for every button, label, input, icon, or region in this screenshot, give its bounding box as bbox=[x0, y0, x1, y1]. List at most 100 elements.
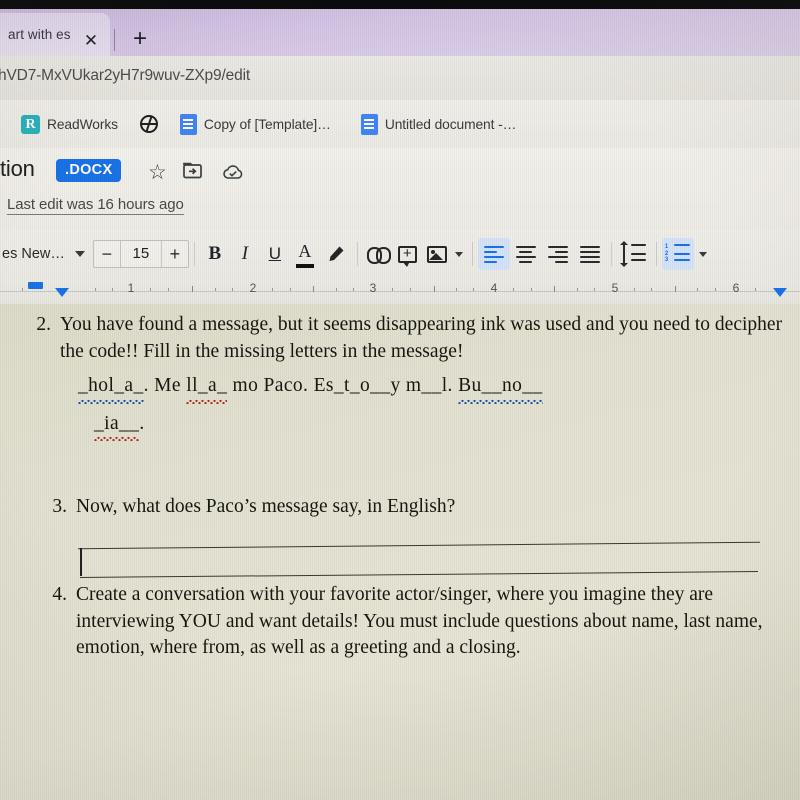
star-icon[interactable]: ☆ bbox=[148, 162, 167, 183]
comment-glyph bbox=[398, 245, 418, 267]
screen-photo: art with es ✕ + hVD7-MxVUkar2yH7r9wuv-ZX… bbox=[0, 0, 800, 800]
move-to-folder-icon[interactable] bbox=[183, 162, 202, 183]
align-justify-button[interactable] bbox=[574, 238, 606, 270]
ruler-tick bbox=[232, 288, 233, 291]
ruler-tick bbox=[313, 286, 314, 292]
bold-button[interactable]: B bbox=[200, 238, 230, 270]
browser-tab-strip: art with es ✕ + bbox=[0, 8, 800, 56]
blank-text: . Me bbox=[143, 375, 187, 397]
toolbar-divider bbox=[655, 242, 657, 266]
google-docs-icon bbox=[179, 113, 197, 135]
align-left-button[interactable] bbox=[477, 238, 510, 270]
close-icon[interactable]: ✕ bbox=[82, 32, 100, 50]
ruler-tick bbox=[353, 288, 354, 291]
ruler-tick bbox=[697, 288, 698, 291]
bookmark-globe[interactable] bbox=[133, 109, 165, 139]
insert-image-icon[interactable] bbox=[423, 238, 451, 270]
right-indent-marker[interactable] bbox=[773, 288, 787, 297]
plus-icon[interactable]: + bbox=[128, 27, 152, 52]
blank-hola[interactable]: _hol_a_ bbox=[78, 373, 144, 403]
question-text: Create a conversation with your favorite… bbox=[76, 584, 763, 659]
answer-line bbox=[78, 541, 760, 550]
ruler-tick bbox=[112, 288, 113, 291]
address-bar[interactable]: hVD7-MxVUkar2yH7r9wuv-ZXp9/edit bbox=[0, 56, 800, 100]
toolbar-divider bbox=[356, 242, 358, 266]
question-item[interactable]: 4. Create a conversation with your favor… bbox=[46, 582, 766, 662]
answer-blank-lines[interactable] bbox=[78, 532, 760, 579]
question-item[interactable]: 3. Now, what does Paco’s message say, in… bbox=[46, 494, 776, 521]
question-text: Now, what does Paco’s message say, in En… bbox=[76, 496, 456, 517]
blank-llama[interactable]: ll_a_ bbox=[186, 373, 228, 403]
blank-text: . bbox=[139, 412, 145, 434]
question-number: 3. bbox=[52, 496, 67, 517]
ruler-tick bbox=[410, 288, 411, 291]
first-line-indent-marker[interactable] bbox=[28, 282, 43, 289]
ruler-tick bbox=[577, 288, 578, 291]
question-number: 2. bbox=[36, 314, 51, 335]
bookmark-copy-of-template[interactable]: Copy of [Template]… bbox=[173, 109, 338, 139]
formatting-toolbar: es New… − 15 + B I U A + 1 2 3 bbox=[0, 230, 800, 278]
chevron-down-icon bbox=[454, 251, 463, 257]
link-icon[interactable] bbox=[363, 238, 393, 270]
globe-icon bbox=[139, 115, 158, 133]
insert-image-dropdown[interactable] bbox=[451, 238, 467, 270]
cloud-icon[interactable] bbox=[222, 164, 244, 185]
text-cursor bbox=[80, 548, 82, 576]
ruler-tick bbox=[456, 288, 457, 291]
ruler-number: 6 bbox=[732, 281, 740, 295]
last-edit-status[interactable]: Last edit was 16 hours ago bbox=[7, 196, 184, 215]
question-item[interactable]: 2. You have found a message, but it seem… bbox=[30, 312, 786, 441]
ruler-tick bbox=[290, 288, 291, 291]
highlighter-icon[interactable] bbox=[320, 238, 352, 270]
fill-in-blank-line-1[interactable]: _hol_a_. Me ll_a_ mo Paco. Es_t_o__y m__… bbox=[78, 373, 786, 403]
blank-bueno[interactable]: Bu__no__ bbox=[458, 373, 544, 403]
question-number: 4. bbox=[52, 584, 67, 605]
bookmark-readworks[interactable]: R ReadWorks bbox=[14, 109, 125, 139]
bookmarks-bar: R ReadWorks Copy of [Template]… Untitled… bbox=[0, 100, 800, 148]
decrease-font-size-button[interactable]: − bbox=[94, 241, 120, 267]
align-center-button[interactable] bbox=[510, 238, 542, 270]
ruler-tick bbox=[215, 288, 216, 291]
url-text: hVD7-MxVUkar2yH7r9wuv-ZXp9/edit bbox=[0, 67, 251, 84]
italic-button[interactable]: I bbox=[230, 238, 260, 270]
numbered-list-button[interactable]: 123 bbox=[661, 238, 694, 270]
font-size-stepper[interactable]: − 15 + bbox=[92, 240, 189, 268]
toolbar-divider bbox=[471, 242, 473, 266]
underline-button[interactable]: U bbox=[260, 238, 290, 270]
browser-tab-title: art with es bbox=[8, 27, 71, 42]
tab-divider bbox=[114, 29, 115, 51]
ruler-tick bbox=[272, 288, 273, 291]
question-paragraph: You have found a message, but it seems d… bbox=[60, 314, 783, 362]
align-left-icon bbox=[480, 244, 508, 264]
docs-title-bar: tion .DOCX ☆ Last edit was 16 hours ago bbox=[0, 148, 800, 230]
add-comment-icon[interactable] bbox=[393, 238, 423, 270]
bookmark-untitled-document[interactable]: Untitled document -… bbox=[354, 109, 523, 139]
document-ruler[interactable]: 1 2 3 4 5 6 bbox=[0, 278, 800, 304]
line-spacing-button[interactable] bbox=[617, 238, 651, 270]
bookmark-label: ReadWorks bbox=[47, 116, 118, 132]
ruler-tick bbox=[150, 288, 151, 291]
document-page[interactable]: 2. You have found a message, but it seem… bbox=[0, 304, 800, 800]
question-text: You have found a message, but it seems d… bbox=[60, 312, 786, 441]
chevron-down-icon bbox=[698, 251, 707, 257]
numbered-list-dropdown[interactable] bbox=[694, 238, 712, 270]
document-title[interactable]: tion bbox=[0, 156, 35, 182]
ruler-tick bbox=[434, 286, 435, 292]
link-glyph bbox=[366, 247, 391, 264]
ruler-number: 1 bbox=[127, 281, 135, 295]
align-right-icon bbox=[544, 244, 572, 264]
blank-ia[interactable]: _ia__ bbox=[94, 411, 140, 441]
left-indent-marker[interactable] bbox=[55, 288, 69, 297]
ruler-tick bbox=[192, 286, 193, 292]
text-color-button[interactable]: A bbox=[290, 238, 320, 270]
ruler-number: 4 bbox=[490, 281, 498, 295]
align-right-button[interactable] bbox=[542, 238, 574, 270]
ruler-tick bbox=[168, 288, 169, 291]
bookmark-label: Copy of [Template]… bbox=[203, 116, 331, 132]
font-family-label: es New… bbox=[2, 246, 65, 262]
font-family-selector[interactable]: es New… bbox=[0, 238, 85, 270]
increase-font-size-button[interactable]: + bbox=[162, 241, 188, 267]
ruler-tick bbox=[715, 288, 716, 291]
fill-in-blank-line-2[interactable]: _ia__. bbox=[94, 411, 786, 441]
font-size-value[interactable]: 15 bbox=[119, 241, 162, 267]
